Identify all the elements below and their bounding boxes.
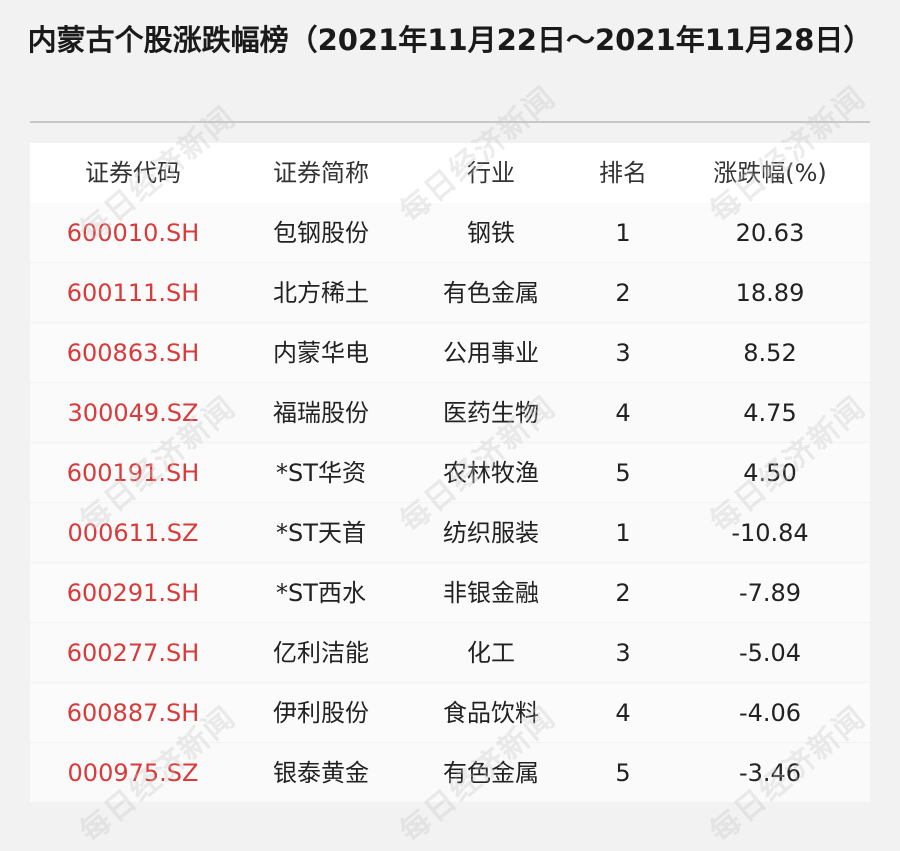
table-header: 证券代码 证券简称 行业 排名 涨跌幅(%) xyxy=(30,143,870,203)
cell-rank: 4 xyxy=(615,399,631,427)
cell-code: 600277.SH xyxy=(66,639,200,667)
cell-rank: 5 xyxy=(615,759,631,787)
cell-industry: 有色金属 xyxy=(443,279,539,307)
cell-industry: 有色金属 xyxy=(443,759,539,787)
page-title: 内蒙古个股涨跌幅榜（2021年11月22日～2021年11月28日） xyxy=(27,23,873,57)
cell-industry: 化工 xyxy=(467,639,515,667)
cell-name: 包钢股份 xyxy=(273,219,369,247)
cell-industry: 非银金融 xyxy=(443,579,539,607)
cell-change: 18.89 xyxy=(735,279,805,307)
cell-name: 内蒙华电 xyxy=(273,339,369,367)
table-row: 600863.SH 内蒙华电 公用事业 3 8.52 xyxy=(30,323,870,383)
table-row: 600887.SH 伊利股份 食品饮料 4 -4.06 xyxy=(30,683,870,743)
cell-code: 000611.SZ xyxy=(67,519,199,547)
cell-code: 600887.SH xyxy=(66,699,200,727)
cell-name: 北方稀土 xyxy=(273,279,369,307)
cell-change: 8.52 xyxy=(743,339,797,367)
cell-change: 4.50 xyxy=(743,459,797,487)
table-row: 000975.SZ 银泰黄金 有色金属 5 -3.46 xyxy=(30,743,870,803)
cell-rank: 3 xyxy=(615,339,631,367)
cell-industry: 公用事业 xyxy=(443,339,539,367)
cell-rank: 3 xyxy=(615,639,631,667)
table-body: 600010.SH 包钢股份 钢铁 1 20.63 600111.SH 北方稀土… xyxy=(30,203,870,803)
cell-change: -3.46 xyxy=(738,759,802,787)
cell-code: 000975.SZ xyxy=(67,759,199,787)
cell-change: -7.89 xyxy=(738,579,802,607)
cell-rank: 1 xyxy=(615,519,631,547)
cell-industry: 食品饮料 xyxy=(443,699,539,727)
cell-change: -4.06 xyxy=(738,699,802,727)
cell-rank: 5 xyxy=(615,459,631,487)
cell-rank: 2 xyxy=(615,579,631,607)
cell-code: 600010.SH xyxy=(66,219,200,247)
cell-code: 600863.SH xyxy=(66,339,200,367)
cell-change: -10.84 xyxy=(731,519,809,547)
cell-industry: 医药生物 xyxy=(443,399,539,427)
cell-rank: 4 xyxy=(615,699,631,727)
cell-change: 4.75 xyxy=(743,399,797,427)
cell-name: 银泰黄金 xyxy=(273,759,369,787)
title-divider xyxy=(30,121,870,123)
cell-name: 伊利股份 xyxy=(273,699,369,727)
cell-industry: 农林牧渔 xyxy=(443,459,539,487)
cell-name: *ST天首 xyxy=(276,519,366,547)
header-rank: 排名 xyxy=(599,159,647,187)
cell-code: 600191.SH xyxy=(66,459,200,487)
cell-code: 600111.SH xyxy=(66,279,200,307)
ranking-table: 证券代码 证券简称 行业 排名 涨跌幅(%) 600010.SH 包钢股份 钢铁… xyxy=(30,143,870,803)
header-name: 证券简称 xyxy=(273,159,369,187)
cell-industry: 纺织服装 xyxy=(443,519,539,547)
cell-name: *ST西水 xyxy=(276,579,366,607)
header-change: 涨跌幅(%) xyxy=(713,159,827,187)
cell-code: 600291.SH xyxy=(66,579,200,607)
cell-rank: 1 xyxy=(615,219,631,247)
cell-name: 亿利洁能 xyxy=(273,639,369,667)
cell-change: -5.04 xyxy=(738,639,802,667)
table-row: 600277.SH 亿利洁能 化工 3 -5.04 xyxy=(30,623,870,683)
table-row: 600111.SH 北方稀土 有色金属 2 18.89 xyxy=(30,263,870,323)
table-row: 600191.SH *ST华资 农林牧渔 5 4.50 xyxy=(30,443,870,503)
cell-industry: 钢铁 xyxy=(467,219,515,247)
header-industry: 行业 xyxy=(467,159,515,187)
cell-name: 福瑞股份 xyxy=(273,399,369,427)
table-row: 600010.SH 包钢股份 钢铁 1 20.63 xyxy=(30,203,870,263)
header-code: 证券代码 xyxy=(85,159,181,187)
cell-name: *ST华资 xyxy=(276,459,366,487)
cell-change: 20.63 xyxy=(735,219,805,247)
table-row: 000611.SZ *ST天首 纺织服装 1 -10.84 xyxy=(30,503,870,563)
cell-rank: 2 xyxy=(615,279,631,307)
cell-code: 300049.SZ xyxy=(67,399,199,427)
table-row: 600291.SH *ST西水 非银金融 2 -7.89 xyxy=(30,563,870,623)
table-row: 300049.SZ 福瑞股份 医药生物 4 4.75 xyxy=(30,383,870,443)
